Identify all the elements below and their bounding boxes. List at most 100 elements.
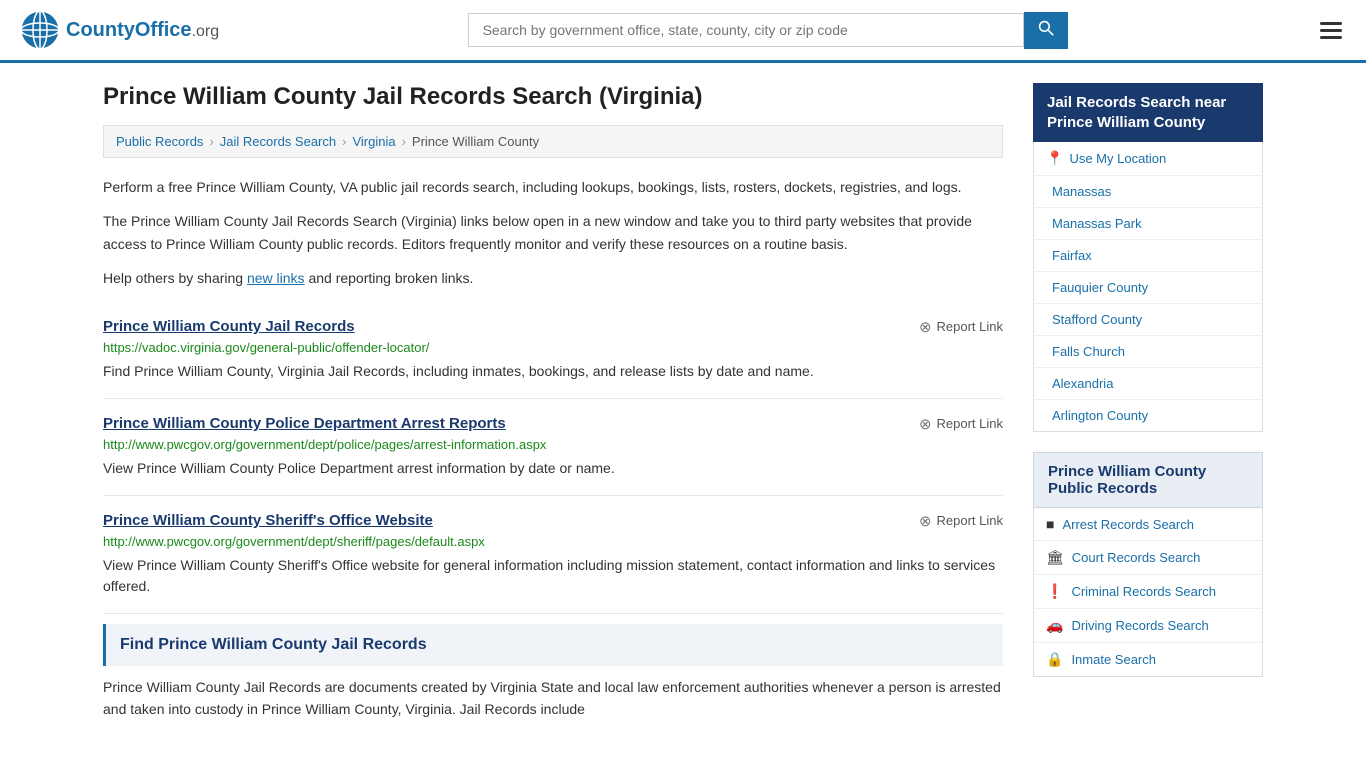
nearby-label: Manassas	[1052, 184, 1111, 199]
nearby-label: Arlington County	[1052, 408, 1148, 423]
nearby-list-item: Manassas	[1034, 176, 1262, 208]
nearby-link[interactable]: Manassas Park	[1034, 208, 1262, 239]
nearby-link[interactable]: Stafford County	[1034, 304, 1262, 335]
public-record-label: Driving Records Search	[1071, 618, 1208, 633]
nearby-link[interactable]: 📍 Use My Location	[1034, 142, 1262, 175]
breadcrumb-public-records[interactable]: Public Records	[116, 134, 203, 149]
record-type-icon: 🚗	[1046, 617, 1063, 634]
report-label: Report Link	[937, 416, 1003, 431]
search-button[interactable]	[1024, 12, 1068, 49]
record-desc: View Prince William County Sheriff's Off…	[103, 555, 1003, 597]
record-card-header: Prince William County Jail Records ⊗ Rep…	[103, 318, 1003, 336]
nearby-label: Manassas Park	[1052, 216, 1142, 231]
sidebar: Jail Records Search near Prince William …	[1033, 83, 1263, 720]
hamburger-menu-button[interactable]	[1316, 18, 1346, 43]
breadcrumb-jail-records[interactable]: Jail Records Search	[220, 134, 336, 149]
nearby-list-item: Falls Church	[1034, 336, 1262, 368]
desc3-pre: Help others by sharing	[103, 270, 247, 286]
breadcrumb-sep-1: ›	[209, 134, 213, 149]
main-wrapper: Prince William County Jail Records Searc…	[83, 63, 1283, 740]
record-url: http://www.pwcgov.org/government/dept/po…	[103, 437, 1003, 452]
report-link[interactable]: ⊗ Report Link	[919, 318, 1003, 336]
location-icon: 📍	[1046, 150, 1063, 167]
nearby-link[interactable]: Fairfax	[1034, 240, 1262, 271]
description-3: Help others by sharing new links and rep…	[103, 267, 1003, 289]
find-section-heading: Find Prince William County Jail Records	[103, 624, 1003, 666]
public-record-link[interactable]: 🚗 Driving Records Search	[1034, 609, 1262, 642]
new-links-link[interactable]: new links	[247, 270, 305, 286]
breadcrumb-sep-3: ›	[402, 134, 406, 149]
breadcrumb-current: Prince William County	[412, 134, 539, 149]
public-records-list-item: 🚗 Driving Records Search	[1034, 609, 1262, 643]
nearby-link[interactable]: Manassas	[1034, 176, 1262, 207]
report-label: Report Link	[937, 319, 1003, 334]
description-2: The Prince William County Jail Records S…	[103, 210, 1003, 255]
nearby-label: Stafford County	[1052, 312, 1142, 327]
nearby-list-item: Manassas Park	[1034, 208, 1262, 240]
nearby-list-item: Fauquier County	[1034, 272, 1262, 304]
search-input[interactable]	[468, 13, 1024, 47]
nearby-label: Alexandria	[1052, 376, 1113, 391]
nearby-label: Use My Location	[1069, 151, 1166, 166]
public-record-label: Arrest Records Search	[1062, 517, 1194, 532]
record-title[interactable]: Prince William County Police Department …	[103, 415, 506, 432]
public-record-link[interactable]: 🏛 Court Records Search	[1034, 541, 1262, 574]
logo: CountyOffice.org	[20, 10, 219, 50]
public-record-label: Court Records Search	[1072, 550, 1201, 565]
report-label: Report Link	[937, 513, 1003, 528]
search-bar	[468, 12, 1068, 49]
breadcrumb: Public Records › Jail Records Search › V…	[103, 125, 1003, 158]
public-record-link[interactable]: 🔒 Inmate Search	[1034, 643, 1262, 676]
record-title[interactable]: Prince William County Sheriff's Office W…	[103, 512, 433, 529]
record-desc: Find Prince William County, Virginia Jai…	[103, 361, 1003, 382]
record-card: Prince William County Police Department …	[103, 399, 1003, 496]
report-icon: ⊗	[919, 415, 932, 433]
record-type-icon: ■	[1046, 516, 1054, 532]
public-records-title: Prince William County Public Records	[1033, 452, 1263, 508]
record-desc: View Prince William County Police Depart…	[103, 458, 1003, 479]
public-records-section: Prince William County Public Records ■ A…	[1033, 452, 1263, 677]
public-records-list: ■ Arrest Records Search 🏛 Court Records …	[1033, 508, 1263, 677]
nearby-title: Jail Records Search near Prince William …	[1033, 83, 1263, 142]
public-records-list-item: ❗ Criminal Records Search	[1034, 575, 1262, 609]
page-title: Prince William County Jail Records Searc…	[103, 83, 1003, 111]
report-link[interactable]: ⊗ Report Link	[919, 512, 1003, 530]
nearby-link[interactable]: Arlington County	[1034, 400, 1262, 431]
record-card: Prince William County Sheriff's Office W…	[103, 496, 1003, 614]
nearby-list-item: Stafford County	[1034, 304, 1262, 336]
breadcrumb-virginia[interactable]: Virginia	[352, 134, 395, 149]
nearby-label: Falls Church	[1052, 344, 1125, 359]
record-type-icon: ❗	[1046, 583, 1063, 600]
nearby-list-item: Alexandria	[1034, 368, 1262, 400]
public-record-label: Criminal Records Search	[1071, 584, 1216, 599]
record-url: http://www.pwcgov.org/government/dept/sh…	[103, 534, 1003, 549]
section-text: Prince William County Jail Records are d…	[103, 676, 1003, 721]
nearby-link[interactable]: Falls Church	[1034, 336, 1262, 367]
nearby-link[interactable]: Fauquier County	[1034, 272, 1262, 303]
nearby-list: 📍 Use My Location Manassas Manassas Park…	[1033, 142, 1263, 432]
record-card-header: Prince William County Sheriff's Office W…	[103, 512, 1003, 530]
public-record-link[interactable]: ■ Arrest Records Search	[1034, 508, 1262, 540]
content-area: Prince William County Jail Records Searc…	[103, 83, 1003, 720]
nearby-label: Fauquier County	[1052, 280, 1148, 295]
public-record-label: Inmate Search	[1071, 652, 1156, 667]
nearby-list-item: Arlington County	[1034, 400, 1262, 431]
desc3-post: and reporting broken links.	[305, 270, 474, 286]
description-1: Perform a free Prince William County, VA…	[103, 176, 1003, 198]
nearby-list-item: Fairfax	[1034, 240, 1262, 272]
record-card: Prince William County Jail Records ⊗ Rep…	[103, 302, 1003, 399]
record-title[interactable]: Prince William County Jail Records	[103, 318, 355, 335]
record-url: https://vadoc.virginia.gov/general-publi…	[103, 340, 1003, 355]
nearby-label: Fairfax	[1052, 248, 1092, 263]
logo-text: CountyOffice.org	[66, 19, 219, 42]
record-cards-container: Prince William County Jail Records ⊗ Rep…	[103, 302, 1003, 614]
logo-icon	[20, 10, 60, 50]
public-record-link[interactable]: ❗ Criminal Records Search	[1034, 575, 1262, 608]
public-records-list-item: 🏛 Court Records Search	[1034, 541, 1262, 575]
search-icon	[1038, 20, 1054, 36]
breadcrumb-sep-2: ›	[342, 134, 346, 149]
report-icon: ⊗	[919, 318, 932, 336]
nearby-link[interactable]: Alexandria	[1034, 368, 1262, 399]
report-link[interactable]: ⊗ Report Link	[919, 415, 1003, 433]
public-records-list-item: ■ Arrest Records Search	[1034, 508, 1262, 541]
